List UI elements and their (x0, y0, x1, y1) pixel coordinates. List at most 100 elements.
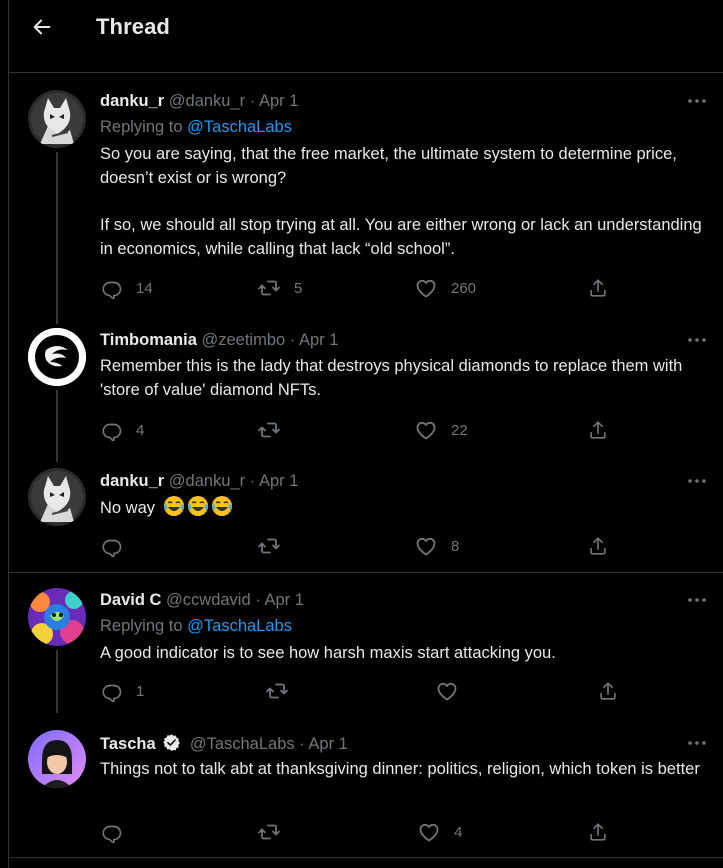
username[interactable]: @TaschaLabs (190, 735, 295, 753)
tweet-header: Timbomania @zeetimbo · Apr 1 (100, 330, 338, 350)
reply-count: 14 (136, 279, 153, 297)
like-count: 8 (451, 537, 460, 555)
share-button[interactable] (587, 276, 609, 300)
tweet-timbomania[interactable]: Timbomania @zeetimbo · Apr 1 Remember th… (9, 322, 723, 462)
tweet-header: David C @ccwdavid · Apr 1 (100, 590, 304, 610)
like-count: 260 (451, 279, 477, 297)
username[interactable]: @zeetimbo (201, 331, 285, 349)
display-name[interactable]: David C (100, 591, 161, 609)
share-icon (590, 421, 606, 439)
more-button[interactable] (686, 330, 708, 350)
reply-icon (102, 281, 122, 299)
retweet-button[interactable] (257, 534, 294, 558)
laughing-emoji-icons (163, 496, 235, 517)
back-button[interactable] (27, 12, 57, 42)
retweet-button[interactable] (257, 820, 294, 844)
reply-button[interactable]: 4 (101, 418, 144, 442)
like-button[interactable]: 4 (417, 820, 462, 844)
username[interactable]: @danku_r (169, 472, 245, 490)
reply-icon (102, 423, 122, 441)
avatar[interactable] (28, 588, 86, 646)
action-bar: 8 (101, 534, 621, 558)
like-button[interactable]: 260 (414, 276, 476, 300)
timestamp[interactable]: Apr 1 (259, 92, 298, 110)
heart-icon (416, 279, 436, 298)
reply-button[interactable] (101, 534, 136, 558)
retweet-icon (258, 422, 280, 438)
reply-count: 1 (136, 682, 145, 700)
like-count: 4 (454, 823, 463, 841)
replying-to: Replying to @TaschaLabs (100, 117, 292, 137)
retweet-icon (258, 280, 280, 296)
reply-count: 4 (136, 421, 145, 439)
reply-button[interactable] (101, 820, 136, 844)
retweet-button[interactable] (257, 418, 294, 442)
retweet-icon (258, 824, 280, 840)
share-button[interactable] (587, 418, 609, 442)
display-name[interactable]: danku_r (100, 92, 164, 110)
more-horizontal-icon (688, 99, 706, 103)
separator: · (299, 735, 305, 753)
reply-button[interactable]: 1 (101, 679, 144, 703)
username[interactable]: @danku_r (169, 92, 245, 110)
avatar[interactable] (28, 90, 86, 148)
tweet-text: So you are saying, that the free market,… (100, 142, 710, 261)
more-button[interactable] (686, 91, 708, 111)
tweet-paragraph: No way (100, 499, 156, 517)
tweet-header: Tascha @TaschaLabs · Apr 1 (100, 733, 348, 754)
thread-column: Thread danku_r @danku_r · Apr 1 Replying… (8, 0, 723, 868)
display-name[interactable]: Tascha (100, 735, 156, 753)
action-bar: 14 5 260 (101, 276, 621, 300)
page-title: Thread (96, 14, 170, 39)
replying-label: Replying to (100, 617, 183, 635)
thread-divider (9, 857, 723, 858)
action-bar: 4 22 (101, 418, 621, 442)
heart-icon (416, 537, 436, 556)
retweet-button[interactable] (265, 679, 302, 703)
more-horizontal-icon (688, 479, 706, 483)
retweet-icon (266, 683, 288, 699)
tweet-text: A good indicator is to see how harsh max… (100, 641, 710, 665)
tweet-tascha[interactable]: Tascha @TaschaLabs · Apr 1 Things not to… (9, 713, 723, 857)
timestamp[interactable]: Apr 1 (264, 591, 303, 609)
display-name[interactable]: Timbomania (100, 331, 197, 349)
more-button[interactable] (686, 733, 708, 753)
share-button[interactable] (587, 820, 609, 844)
tweet-danku-2[interactable]: danku_r @danku_r · Apr 1 No way 😂😂😂 (9, 462, 723, 572)
avatar[interactable] (28, 468, 86, 526)
reply-button[interactable]: 14 (101, 276, 153, 300)
more-button[interactable] (686, 590, 708, 610)
timestamp[interactable]: Apr 1 (299, 331, 338, 349)
tweet-danku-1[interactable]: danku_r @danku_r · Apr 1 Replying to @Ta… (9, 74, 723, 324)
heart-icon (437, 682, 457, 701)
replying-to-link[interactable]: @TaschaLabs (187, 118, 292, 136)
avatar[interactable] (28, 328, 86, 386)
share-icon (590, 823, 606, 841)
tweet-paragraph: If so, we should all stop trying at all.… (100, 216, 702, 258)
thread-connector (56, 650, 58, 713)
timestamp[interactable]: Apr 1 (308, 735, 347, 753)
avatar[interactable] (28, 730, 86, 788)
like-button[interactable]: 8 (414, 534, 459, 558)
heart-icon (416, 421, 436, 440)
retweet-button[interactable]: 5 (257, 276, 302, 300)
display-name[interactable]: danku_r (100, 472, 164, 490)
like-button[interactable]: 22 (414, 418, 468, 442)
heart-icon (419, 823, 439, 842)
like-count: 22 (451, 421, 468, 439)
timestamp[interactable]: Apr 1 (259, 472, 298, 490)
like-button[interactable] (435, 679, 472, 703)
laughing-emoji-icon (163, 496, 184, 516)
tweet-david[interactable]: David C @ccwdavid · Apr 1 Replying to @T… (9, 573, 723, 713)
username[interactable]: @ccwdavid (166, 591, 251, 609)
replying-to-link[interactable]: @TaschaLabs (187, 617, 292, 635)
more-button[interactable] (686, 471, 708, 491)
tweet-paragraph: Things not to talk abt at thanksgiving d… (100, 760, 700, 778)
verified-badge-icon (163, 734, 181, 751)
share-button[interactable] (597, 679, 619, 703)
more-horizontal-icon (688, 741, 706, 745)
thread-connector (56, 152, 58, 324)
share-button[interactable] (587, 534, 609, 558)
more-horizontal-icon (688, 598, 706, 602)
arrow-left-icon (33, 19, 51, 35)
